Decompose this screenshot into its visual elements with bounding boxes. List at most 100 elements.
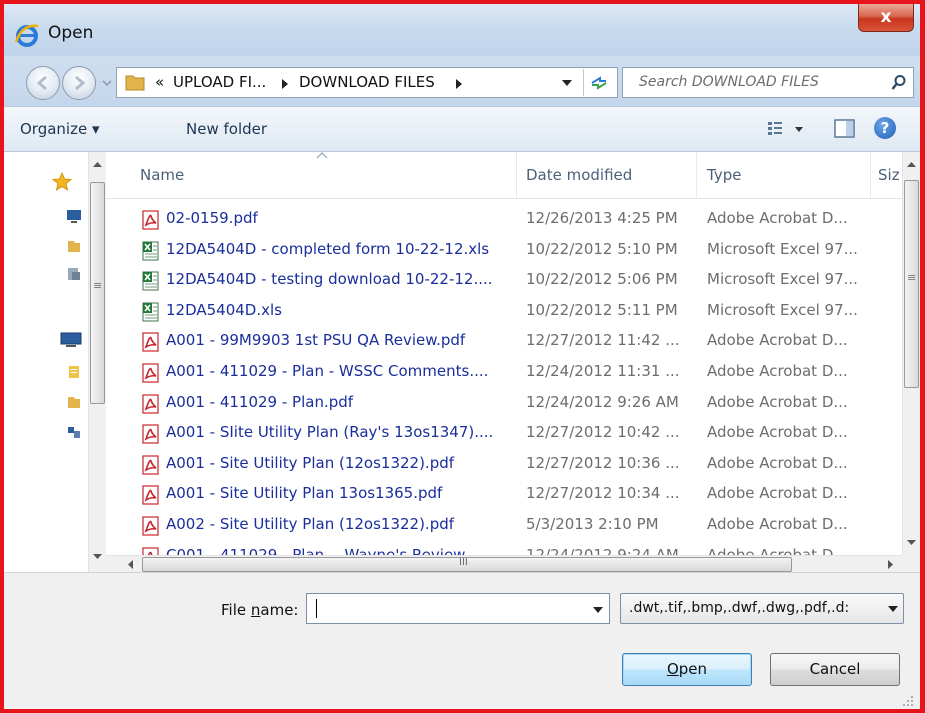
file-name-dropdown-icon[interactable]: [587, 594, 609, 623]
scroll-down-arrow-icon[interactable]: [91, 550, 104, 563]
library-folder-icon[interactable]: [66, 394, 82, 410]
cancel-button[interactable]: Cancel: [770, 653, 900, 686]
address-dropdown-icon[interactable]: [557, 70, 577, 95]
file-type: Microsoft Excel 97...: [707, 300, 858, 319]
breadcrumb-separator-icon[interactable]: [455, 79, 463, 89]
file-type: Adobe Acrobat D...: [707, 392, 848, 411]
organize-menu[interactable]: Organize ▾: [20, 120, 100, 138]
file-list-vertical-scroll-thumb[interactable]: ≡: [904, 180, 919, 388]
file-row[interactable]: A001 - 411029 - Plan.pdf 12/24/2012 9:26 …: [106, 388, 902, 418]
internet-explorer-icon: [14, 24, 39, 47]
refresh-button[interactable]: [583, 69, 616, 96]
file-row[interactable]: A001 - Site Utility Plan 13os1365.pdf 12/…: [106, 479, 902, 509]
file-name-label-accesskey: n: [250, 601, 261, 619]
file-name: A001 - Site Utility Plan 13os1365.pdf: [166, 484, 443, 503]
downloads-folder-icon[interactable]: [66, 238, 82, 254]
close-button[interactable]: x: [858, 4, 914, 32]
recent-places-icon[interactable]: [66, 266, 82, 282]
open-button[interactable]: Open: [622, 653, 752, 686]
recent-pages-chevron-down-icon[interactable]: [100, 76, 114, 90]
file-date-modified: 12/24/2012 11:31 ...: [526, 362, 680, 380]
file-row[interactable]: 12DA5404D - completed form 10-22-12.xls 1…: [106, 235, 902, 265]
file-row[interactable]: A001 - 99M9903 1st PSU QA Review.pdf 12/2…: [106, 326, 902, 356]
pdf-file-icon: [142, 363, 160, 383]
navigation-pane-scrollbar[interactable]: ≡: [88, 152, 106, 572]
file-name: A002 - Site Utility Plan (12os1322).pdf: [166, 515, 455, 533]
open-button-accesskey: O: [666, 660, 679, 678]
forward-button[interactable]: [62, 66, 96, 100]
file-row[interactable]: 12DA5404D.xls 10/22/2012 5:11 PM Microsoft…: [106, 296, 902, 326]
breadcrumb-item-download-files[interactable]: DOWNLOAD FILES: [299, 73, 435, 91]
column-separator: [870, 152, 871, 198]
pdf-file-icon: [142, 210, 160, 230]
file-type-filter-select[interactable]: .dwt,.tif,.bmp,.dwf,.dwg,.pdf,.d:: [620, 593, 904, 624]
search-input[interactable]: Search DOWNLOAD FILES: [639, 74, 819, 90]
preview-pane-button[interactable]: [832, 117, 858, 141]
navigation-pane-scroll-thumb[interactable]: ≡: [90, 182, 105, 404]
file-name-input[interactable]: [306, 593, 610, 624]
file-list: Name Date modified Type Siz 02-0159.pdf 1…: [106, 152, 920, 573]
refresh-icon: [591, 76, 607, 90]
scroll-up-arrow-icon[interactable]: [91, 158, 104, 171]
new-folder-button[interactable]: New folder: [186, 120, 267, 138]
file-name-label-text: File: [221, 601, 251, 619]
file-row[interactable]: A001 - SIite Utility Plan (Ray's 13os134…: [106, 418, 902, 448]
desktop-icon[interactable]: [66, 208, 82, 224]
file-row[interactable]: A001 - 411029 - Plan - WSSC Comments....…: [106, 357, 902, 387]
file-date-modified: 5/3/2013 2:10 PM: [526, 515, 659, 533]
column-headers: Name Date modified Type Siz: [106, 152, 902, 199]
sort-ascending-icon: [316, 152, 328, 159]
back-button[interactable]: [26, 66, 60, 100]
scroll-up-arrow-icon[interactable]: [905, 158, 918, 171]
preview-pane-icon: [834, 119, 855, 138]
file-row[interactable]: A002 - Site Utility Plan (12os1322).pdf 5…: [106, 510, 902, 540]
resize-grip-icon[interactable]: [900, 695, 914, 707]
file-row[interactable]: 12DA5404D - testing download 10-22-12...…: [106, 265, 902, 295]
file-list-vertical-scrollbar[interactable]: ≡: [902, 152, 920, 555]
pdf-file-icon: [142, 424, 160, 444]
file-date-modified: 12/27/2012 10:42 ...: [526, 423, 680, 442]
column-header-type[interactable]: Type: [707, 166, 741, 184]
change-view-button[interactable]: [766, 117, 812, 141]
column-header-size[interactable]: Siz: [878, 166, 900, 184]
network-icon[interactable]: [66, 424, 82, 440]
close-icon: x: [880, 7, 892, 27]
breadcrumb-item-upload-files[interactable]: UPLOAD FI...: [173, 73, 266, 91]
file-row[interactable]: A001 - Site Utility Plan (12os1322).pdf 1…: [106, 449, 902, 479]
file-date-modified: 10/22/2012 5:06 PM: [526, 270, 678, 289]
excel-file-icon: [142, 302, 160, 322]
help-button[interactable]: ?: [874, 117, 896, 139]
computer-icon[interactable]: [60, 332, 82, 348]
file-row[interactable]: 02-0159.pdf 12/26/2013 4:25 PM Adobe Acrob…: [106, 204, 902, 234]
file-list-horizontal-scroll-thumb[interactable]: III: [142, 557, 792, 572]
file-type: Adobe Acrobat D...: [707, 453, 848, 472]
command-bar: Organize ▾ New folder ?: [4, 106, 920, 152]
scroll-right-arrow-icon[interactable]: [884, 558, 897, 571]
column-header-name[interactable]: Name: [140, 166, 184, 184]
search-box[interactable]: Search DOWNLOAD FILES: [622, 67, 914, 98]
file-name: A001 - 411029 - Plan.pdf: [166, 392, 354, 411]
column-header-date-modified[interactable]: Date modified: [526, 166, 632, 184]
file-type: Microsoft Excel 97...: [707, 270, 858, 289]
search-icon[interactable]: [891, 74, 907, 91]
open-dialog: Open x « UPLOAD FI... DOWNLOAD FILES Sea…: [4, 4, 920, 709]
scroll-left-arrow-icon[interactable]: [124, 558, 137, 571]
address-bar[interactable]: « UPLOAD FI... DOWNLOAD FILES: [116, 67, 618, 98]
breadcrumb-separator-icon[interactable]: [281, 79, 289, 89]
view-details-icon: [768, 122, 803, 135]
documents-library-icon[interactable]: [66, 364, 82, 380]
file-type: Adobe Acrobat D...: [707, 362, 848, 380]
file-type: Adobe Acrobat D...: [707, 484, 848, 503]
title-bar: Open x: [4, 4, 920, 56]
pdf-file-icon: [142, 485, 160, 505]
file-type: Adobe Acrobat D...: [707, 423, 848, 442]
scroll-down-arrow-icon[interactable]: [905, 536, 918, 549]
breadcrumb-overflow[interactable]: «: [155, 73, 164, 91]
scrollbar-corner: [902, 555, 920, 572]
favorites-star-icon[interactable]: [52, 172, 72, 192]
file-type-dropdown-icon[interactable]: [883, 594, 903, 623]
scroll-grip: ≡: [93, 279, 103, 292]
file-name: A001 - 411029 - Plan - WSSC Comments....: [166, 362, 489, 380]
file-list-horizontal-scrollbar[interactable]: III: [106, 555, 902, 573]
file-date-modified: 12/24/2012 9:26 AM: [526, 392, 679, 411]
